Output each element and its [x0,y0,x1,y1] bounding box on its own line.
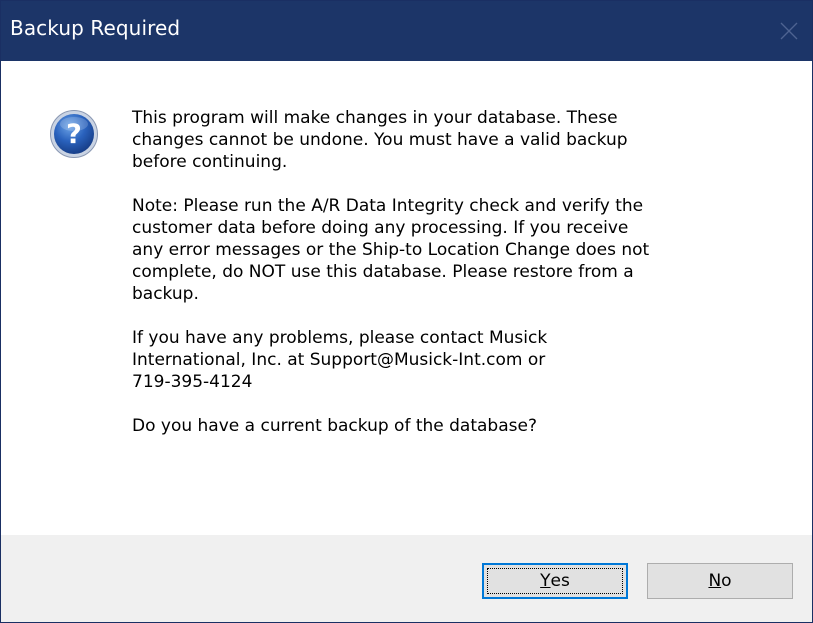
yes-button[interactable]: Yes [482,563,628,599]
dialog-window: Backup Required ? This program will make… [0,0,813,623]
svg-text:?: ? [66,119,82,150]
question-icon: ? [50,110,98,158]
no-button-label: No [651,567,789,595]
yes-label-rest: es [550,571,570,591]
button-bar: Yes No [1,535,812,622]
no-label-rest: o [721,571,732,591]
no-button[interactable]: No [647,563,793,599]
title-bar[interactable]: Backup Required [1,1,812,61]
dialog-content: ? This program will make changes in your… [1,61,812,535]
window-title: Backup Required [10,16,181,40]
message-paragraph: Note: Please run the A/R Data Integrity … [132,196,650,304]
yes-button-label: Yes [487,568,623,594]
message-paragraph: If you have any problems, please contact… [132,328,548,392]
no-mnemonic: N [708,571,722,591]
close-icon [780,22,798,40]
yes-mnemonic: Y [540,571,551,591]
message-paragraph: Do you have a current backup of the data… [132,416,537,436]
close-button[interactable] [766,1,812,61]
message-paragraph: This program will make changes in your d… [132,108,628,172]
message-text: This program will make changes in your d… [132,107,792,437]
